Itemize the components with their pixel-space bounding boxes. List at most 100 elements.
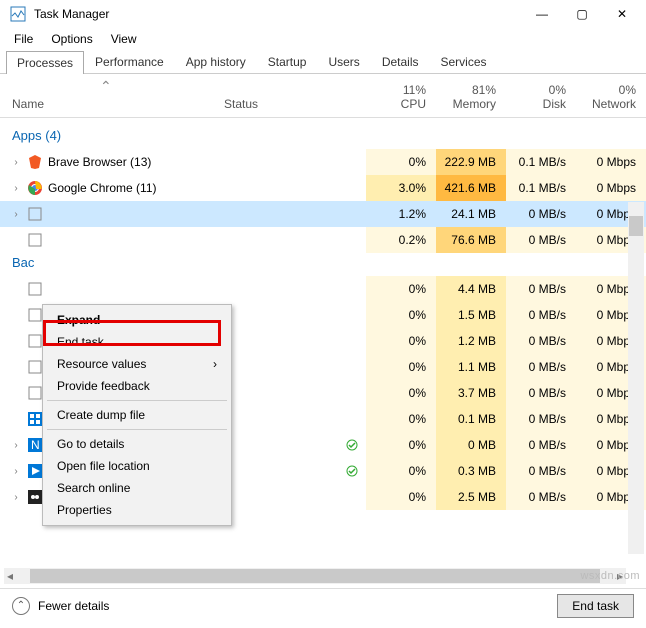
mem-cell: 421.6 MB bbox=[436, 175, 506, 201]
process-row-hidden[interactable]: 0.2%76.6 MB0 MB/s0 Mbps bbox=[0, 227, 646, 253]
menu-options[interactable]: Options bbox=[43, 30, 100, 48]
process-name: Brave Browser (13) bbox=[48, 155, 366, 169]
disk-cell: 0 MB/s bbox=[506, 276, 576, 302]
mem-cell: 4.4 MB bbox=[436, 276, 506, 302]
cpu-cell: 0% bbox=[366, 432, 436, 458]
col-disk[interactable]: 0%Disk bbox=[506, 83, 576, 111]
col-network[interactable]: 0%Network bbox=[576, 83, 646, 111]
collapse-chevron-icon: ⌃ bbox=[12, 597, 30, 615]
cpu-cell: 0% bbox=[366, 458, 436, 484]
cpu-cell: 0.2% bbox=[366, 227, 436, 253]
disk-cell: 0 MB/s bbox=[506, 380, 576, 406]
status-badge-icon bbox=[346, 439, 358, 451]
cpu-cell: 0% bbox=[366, 302, 436, 328]
process-icon bbox=[26, 206, 44, 222]
cpu-cell: 0% bbox=[366, 149, 436, 175]
maximize-button[interactable]: ▢ bbox=[562, 0, 602, 28]
expand-chevron-icon[interactable]: › bbox=[10, 492, 22, 503]
disk-cell: 0 MB/s bbox=[506, 201, 576, 227]
horizontal-scrollbar[interactable]: ◂ ▸ bbox=[4, 568, 626, 584]
process-icon bbox=[26, 281, 44, 297]
window-controls: — ▢ ✕ bbox=[522, 0, 642, 28]
context-item-label: End task bbox=[57, 335, 104, 349]
col-status[interactable]: Status bbox=[224, 97, 366, 111]
process-icon bbox=[26, 154, 44, 170]
svg-text:N: N bbox=[31, 438, 40, 452]
tab-startup[interactable]: Startup bbox=[257, 50, 318, 73]
disk-cell: 0.1 MB/s bbox=[506, 175, 576, 201]
cpu-cell: 1.2% bbox=[366, 201, 436, 227]
cpu-cell: 0% bbox=[366, 406, 436, 432]
context-item-go-to-details[interactable]: Go to details bbox=[43, 433, 231, 455]
process-row-brave[interactable]: › Brave Browser (13)0%222.9 MB0.1 MB/s0 M… bbox=[0, 149, 646, 175]
context-item-search-online[interactable]: Search online bbox=[43, 477, 231, 499]
col-cpu[interactable]: 11%CPU bbox=[366, 83, 436, 111]
titlebar: Task Manager — ▢ ✕ bbox=[0, 0, 646, 28]
close-button[interactable]: ✕ bbox=[602, 0, 642, 28]
tab-users[interactable]: Users bbox=[317, 50, 370, 73]
mem-cell: 2.5 MB bbox=[436, 484, 506, 510]
tab-services[interactable]: Services bbox=[430, 50, 498, 73]
context-item-label: Expand bbox=[57, 313, 100, 327]
process-name: Google Chrome (11) bbox=[48, 181, 366, 195]
cpu-cell: 0% bbox=[366, 484, 436, 510]
expand-chevron-icon[interactable]: › bbox=[10, 440, 22, 451]
context-item-label: Go to details bbox=[57, 437, 124, 451]
mem-cell: 24.1 MB bbox=[436, 201, 506, 227]
disk-cell: 0 MB/s bbox=[506, 458, 576, 484]
vertical-scrollbar[interactable] bbox=[628, 202, 644, 554]
context-item-expand[interactable]: Expand bbox=[43, 309, 231, 331]
scroll-left-icon[interactable]: ◂ bbox=[4, 569, 16, 583]
process-row-chrome[interactable]: ›Google Chrome (11)3.0%421.6 MB0.1 MB/s0… bbox=[0, 175, 646, 201]
cpu-cell: 0% bbox=[366, 276, 436, 302]
context-menu: Expand End task Resource values›Provide fe… bbox=[42, 304, 232, 526]
disk-cell: 0 MB/s bbox=[506, 432, 576, 458]
scroll-thumb-h[interactable] bbox=[30, 569, 600, 583]
context-item-label: Resource values bbox=[57, 357, 146, 371]
process-row-bg1[interactable]: 0%4.4 MB0 MB/s0 Mbps bbox=[0, 276, 646, 302]
mem-cell: 222.9 MB bbox=[436, 149, 506, 175]
menu-file[interactable]: File bbox=[6, 30, 41, 48]
process-row-sel[interactable]: ›1.2%24.1 MB0 MB/s0 Mbps bbox=[0, 201, 646, 227]
section-background: Bac bbox=[0, 253, 646, 276]
net-cell: 0 Mbps bbox=[576, 149, 646, 175]
context-separator bbox=[47, 400, 227, 401]
col-name[interactable]: Name bbox=[12, 97, 224, 111]
context-item-provide-feedback[interactable]: Provide feedback bbox=[43, 375, 231, 397]
tab-processes[interactable]: Processes bbox=[6, 51, 84, 74]
disk-cell: 0 MB/s bbox=[506, 484, 576, 510]
minimize-button[interactable]: — bbox=[522, 0, 562, 28]
mem-cell: 1.2 MB bbox=[436, 328, 506, 354]
disk-cell: 0 MB/s bbox=[506, 354, 576, 380]
end-task-button[interactable]: End task bbox=[557, 594, 634, 618]
scroll-thumb[interactable] bbox=[629, 216, 643, 236]
fewer-details-toggle[interactable]: ⌃ Fewer details bbox=[12, 597, 557, 615]
cpu-cell: 0% bbox=[366, 328, 436, 354]
tab-strip: Processes Performance App history Startu… bbox=[0, 50, 646, 74]
context-item-label: Create dump file bbox=[57, 408, 145, 422]
mem-cell: 1.5 MB bbox=[436, 302, 506, 328]
tab-performance[interactable]: Performance bbox=[84, 50, 175, 73]
mem-cell: 0.1 MB bbox=[436, 406, 506, 432]
task-manager-icon bbox=[10, 6, 26, 22]
expand-chevron-icon[interactable]: › bbox=[10, 466, 22, 477]
context-item-label: Open file location bbox=[57, 459, 150, 473]
cpu-cell: 0% bbox=[366, 380, 436, 406]
context-item-end-task[interactable]: End task bbox=[43, 331, 231, 353]
window-title: Task Manager bbox=[32, 7, 522, 21]
tab-app-history[interactable]: App history bbox=[175, 50, 257, 73]
context-item-properties[interactable]: Properties bbox=[43, 499, 231, 521]
context-item-create-dump-file[interactable]: Create dump file bbox=[43, 404, 231, 426]
expand-chevron-icon[interactable]: › bbox=[10, 157, 22, 168]
expand-chevron-icon[interactable]: › bbox=[10, 183, 22, 194]
disk-cell: 0 MB/s bbox=[506, 406, 576, 432]
section-apps: Apps (4) bbox=[0, 118, 646, 149]
col-memory[interactable]: 81%Memory bbox=[436, 83, 506, 111]
menu-view[interactable]: View bbox=[103, 30, 145, 48]
context-item-resource-values[interactable]: Resource values› bbox=[43, 353, 231, 375]
context-item-open-file-location[interactable]: Open file location bbox=[43, 455, 231, 477]
tab-details[interactable]: Details bbox=[371, 50, 430, 73]
disk-cell: 0.1 MB/s bbox=[506, 149, 576, 175]
expand-chevron-icon[interactable]: › bbox=[10, 209, 22, 220]
mem-cell: 0 MB bbox=[436, 432, 506, 458]
